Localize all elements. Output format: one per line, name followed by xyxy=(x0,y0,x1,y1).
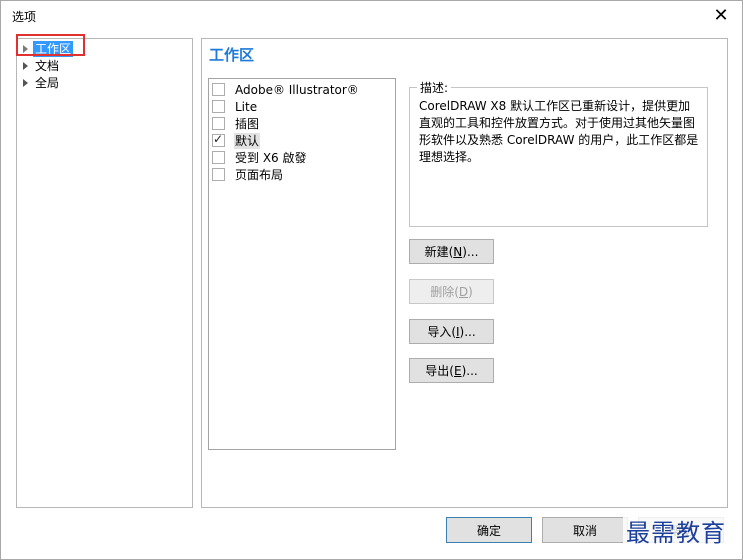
annotation-highlight-box xyxy=(16,34,85,56)
watermark-logo: 最需教育 xyxy=(623,513,729,548)
button-label-tail: ) xyxy=(468,284,473,299)
button-label-tail: )... xyxy=(461,363,478,378)
cancel-button[interactable]: 取消 xyxy=(542,517,628,543)
button-label: 导出( xyxy=(425,364,454,378)
workspace-checkbox[interactable] xyxy=(212,117,225,130)
title-bar: 选项 ✕ xyxy=(1,1,742,31)
expand-arrow-icon[interactable] xyxy=(23,61,28,70)
workspace-item-illustration[interactable]: 插图 xyxy=(212,115,260,132)
workspace-label: 默认 xyxy=(234,132,261,149)
workspace-checkbox-checked[interactable] xyxy=(212,132,225,147)
accelerator-key: N xyxy=(453,244,463,259)
panel-title: 工作区 xyxy=(209,46,255,64)
workspace-checkbox[interactable] xyxy=(212,168,225,181)
window-title: 选项 xyxy=(12,10,37,24)
tree-item-global[interactable]: 全局 xyxy=(23,74,61,91)
close-icon[interactable]: ✕ xyxy=(708,3,734,27)
workspace-label: Lite xyxy=(235,99,258,114)
button-label-tail: )... xyxy=(459,324,476,339)
description-text: CorelDRAW X8 默认工作区已重新设计，提供更加直观的工具和控件放置方式… xyxy=(419,99,699,164)
workspace-checkbox[interactable] xyxy=(212,151,225,164)
delete-workspace-button[interactable]: 删除(D) xyxy=(409,279,494,304)
accelerator-key: D xyxy=(458,284,469,299)
tree-item-label: 文档 xyxy=(35,58,60,73)
export-workspace-button[interactable]: 导出(E)... xyxy=(409,358,494,383)
workspace-item-illustrator[interactable]: Adobe® Illustrator® xyxy=(212,81,360,98)
settings-panel: 工作区 Adobe® Illustrator® Lite 插图 默认 受到 X6… xyxy=(201,38,728,508)
workspace-label: 受到 X6 啟發 xyxy=(235,150,307,165)
import-workspace-button[interactable]: 导入(I)... xyxy=(409,319,494,344)
options-dialog: 选项 ✕ 工作区 文档 全局 工作区 Adobe® Illustrator® L… xyxy=(0,0,743,560)
workspace-checkbox[interactable] xyxy=(212,100,225,113)
workspace-item-lite[interactable]: Lite xyxy=(212,98,258,115)
tree-item-label: 全局 xyxy=(35,75,60,90)
workspace-label: 页面布局 xyxy=(235,167,284,182)
tree-item-document[interactable]: 文档 xyxy=(23,57,61,74)
button-label: 新建( xyxy=(424,245,454,259)
workspace-label: Adobe® Illustrator® xyxy=(235,82,359,97)
description-group: 描述: CorelDRAW X8 默认工作区已重新设计，提供更加直观的工具和控件… xyxy=(409,79,708,227)
workspace-checkbox[interactable] xyxy=(212,83,225,96)
button-label-tail: )... xyxy=(462,244,479,259)
workspace-list[interactable]: Adobe® Illustrator® Lite 插图 默认 受到 X6 啟發 … xyxy=(208,78,396,450)
button-label: 导入( xyxy=(427,325,456,339)
description-legend: 描述: xyxy=(417,79,452,96)
workspace-item-x6[interactable]: 受到 X6 啟發 xyxy=(212,149,308,166)
category-tree[interactable]: 工作区 文档 全局 xyxy=(16,38,193,508)
workspace-item-page-layout[interactable]: 页面布局 xyxy=(212,166,284,183)
workspace-item-default[interactable]: 默认 xyxy=(212,132,261,149)
new-workspace-button[interactable]: 新建(N)... xyxy=(409,239,494,264)
workspace-label: 插图 xyxy=(235,116,260,131)
expand-arrow-icon[interactable] xyxy=(23,78,28,87)
accelerator-key: E xyxy=(453,363,462,378)
ok-button[interactable]: 确定 xyxy=(446,517,532,543)
button-label: 删除( xyxy=(430,285,459,299)
